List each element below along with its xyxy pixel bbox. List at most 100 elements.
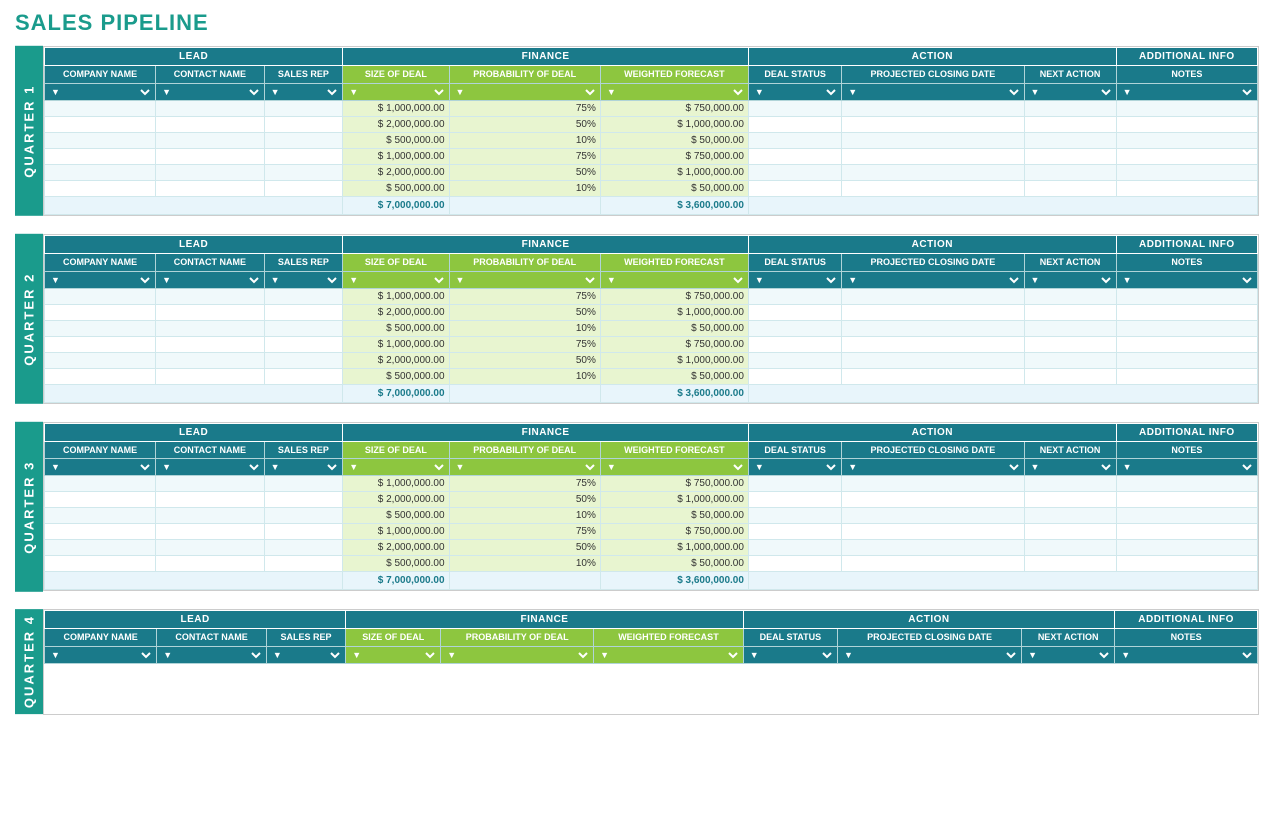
filter-select-deal_status[interactable]: ▼ (751, 461, 839, 473)
cell-weighted-forecast[interactable]: $ 50,000.00 (600, 320, 748, 336)
cell-notes[interactable] (1116, 540, 1257, 556)
cell-closing-date[interactable] (842, 556, 1024, 572)
cell-next-action[interactable] (1024, 288, 1116, 304)
cell-deal-status[interactable] (748, 180, 841, 196)
cell-deal-size[interactable]: $ 1,000,000.00 (343, 148, 449, 164)
cell-company-name[interactable] (45, 164, 156, 180)
cell-sales-rep[interactable] (264, 368, 343, 384)
cell-company-name[interactable] (45, 180, 156, 196)
cell-notes[interactable] (1116, 164, 1257, 180)
filter-select-company_name[interactable]: ▼ (47, 649, 154, 661)
filter-select-probability_of_deal[interactable]: ▼ (452, 461, 598, 473)
cell-next-action[interactable] (1024, 556, 1116, 572)
cell-company-name[interactable] (45, 368, 156, 384)
cell-weighted-forecast[interactable]: $ 750,000.00 (600, 476, 748, 492)
cell-next-action[interactable] (1024, 508, 1116, 524)
cell-contact-name[interactable] (156, 100, 265, 116)
cell-closing-date[interactable] (842, 288, 1024, 304)
cell-deal-status[interactable] (748, 100, 841, 116)
cell-notes[interactable] (1116, 148, 1257, 164)
cell-next-action[interactable] (1024, 180, 1116, 196)
cell-deal-size[interactable]: $ 2,000,000.00 (343, 164, 449, 180)
cell-sales-rep[interactable] (264, 524, 343, 540)
cell-next-action[interactable] (1024, 100, 1116, 116)
filter-select-projected_closing_date[interactable]: ▼ (844, 86, 1021, 98)
cell-probability[interactable]: 50% (449, 492, 600, 508)
cell-next-action[interactable] (1024, 132, 1116, 148)
cell-company-name[interactable] (45, 320, 156, 336)
cell-next-action[interactable] (1024, 352, 1116, 368)
filter-select-deal_status[interactable]: ▼ (751, 86, 839, 98)
cell-probability[interactable]: 75% (449, 148, 600, 164)
filter-select-contact_name[interactable]: ▼ (158, 274, 262, 286)
cell-company-name[interactable] (45, 492, 156, 508)
filter-select-projected_closing_date[interactable]: ▼ (840, 649, 1019, 661)
filter-select-notes[interactable]: ▼ (1119, 461, 1255, 473)
cell-probability[interactable]: 10% (449, 180, 600, 196)
cell-company-name[interactable] (45, 148, 156, 164)
quarter-1-filter-row[interactable]: ▼▼▼▼▼▼▼▼▼▼ (45, 83, 1258, 100)
filter-select-next_action[interactable]: ▼ (1027, 461, 1114, 473)
filter-select-next_action[interactable]: ▼ (1027, 86, 1114, 98)
cell-closing-date[interactable] (842, 508, 1024, 524)
cell-company-name[interactable] (45, 540, 156, 556)
cell-sales-rep[interactable] (264, 288, 343, 304)
filter-select-probability_of_deal[interactable]: ▼ (443, 649, 591, 661)
cell-sales-rep[interactable] (264, 320, 343, 336)
cell-probability[interactable]: 75% (449, 100, 600, 116)
cell-probability[interactable]: 50% (449, 116, 600, 132)
cell-deal-size[interactable]: $ 500,000.00 (343, 320, 449, 336)
cell-probability[interactable]: 75% (449, 336, 600, 352)
cell-closing-date[interactable] (842, 164, 1024, 180)
cell-deal-size[interactable]: $ 1,000,000.00 (343, 288, 449, 304)
cell-weighted-forecast[interactable]: $ 50,000.00 (600, 508, 748, 524)
cell-contact-name[interactable] (156, 556, 265, 572)
cell-company-name[interactable] (45, 336, 156, 352)
cell-probability[interactable]: 50% (449, 352, 600, 368)
filter-select-size_of_deal[interactable]: ▼ (345, 86, 446, 98)
cell-deal-size[interactable]: $ 2,000,000.00 (343, 540, 449, 556)
filter-select-contact_name[interactable]: ▼ (158, 86, 262, 98)
cell-deal-status[interactable] (748, 320, 841, 336)
cell-notes[interactable] (1116, 476, 1257, 492)
cell-contact-name[interactable] (156, 116, 265, 132)
cell-company-name[interactable] (45, 116, 156, 132)
cell-weighted-forecast[interactable]: $ 1,000,000.00 (600, 304, 748, 320)
cell-sales-rep[interactable] (264, 540, 343, 556)
cell-next-action[interactable] (1024, 336, 1116, 352)
cell-weighted-forecast[interactable]: $ 750,000.00 (600, 524, 748, 540)
cell-probability[interactable]: 10% (449, 368, 600, 384)
cell-weighted-forecast[interactable]: $ 750,000.00 (600, 288, 748, 304)
cell-notes[interactable] (1116, 132, 1257, 148)
cell-weighted-forecast[interactable]: $ 750,000.00 (600, 336, 748, 352)
cell-contact-name[interactable] (156, 132, 265, 148)
filter-select-next_action[interactable]: ▼ (1027, 274, 1114, 286)
cell-closing-date[interactable] (842, 492, 1024, 508)
cell-company-name[interactable] (45, 352, 156, 368)
filter-select-size_of_deal[interactable]: ▼ (348, 649, 438, 661)
cell-notes[interactable] (1116, 288, 1257, 304)
filter-select-probability_of_deal[interactable]: ▼ (452, 274, 598, 286)
cell-sales-rep[interactable] (264, 476, 343, 492)
cell-deal-status[interactable] (748, 304, 841, 320)
cell-closing-date[interactable] (842, 116, 1024, 132)
cell-probability[interactable]: 50% (449, 164, 600, 180)
cell-weighted-forecast[interactable]: $ 750,000.00 (600, 148, 748, 164)
filter-select-notes[interactable]: ▼ (1119, 274, 1255, 286)
cell-contact-name[interactable] (156, 148, 265, 164)
cell-deal-status[interactable] (748, 336, 841, 352)
filter-select-projected_closing_date[interactable]: ▼ (844, 461, 1021, 473)
cell-deal-status[interactable] (748, 116, 841, 132)
cell-probability[interactable]: 75% (449, 288, 600, 304)
cell-next-action[interactable] (1024, 492, 1116, 508)
filter-select-weighted_forecast[interactable]: ▼ (603, 86, 746, 98)
cell-company-name[interactable] (45, 524, 156, 540)
cell-deal-size[interactable]: $ 500,000.00 (343, 180, 449, 196)
cell-contact-name[interactable] (156, 320, 265, 336)
cell-sales-rep[interactable] (264, 148, 343, 164)
cell-closing-date[interactable] (842, 304, 1024, 320)
filter-select-deal_status[interactable]: ▼ (751, 274, 839, 286)
cell-deal-status[interactable] (748, 540, 841, 556)
cell-sales-rep[interactable] (264, 164, 343, 180)
filter-select-contact_name[interactable]: ▼ (158, 461, 262, 473)
